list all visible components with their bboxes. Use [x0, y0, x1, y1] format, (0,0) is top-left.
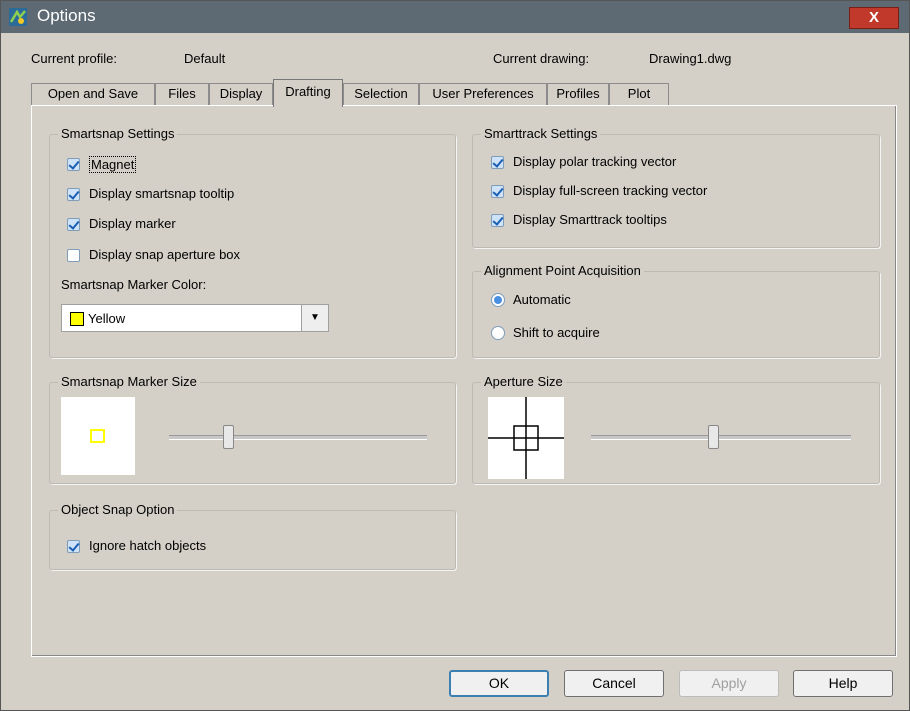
current-profile-label: Current profile:	[31, 51, 117, 66]
marker-color-dropdown[interactable]: Yellow ▼	[61, 304, 329, 332]
polar-tracking-checkbox[interactable]	[491, 156, 504, 169]
marker-size-slider-thumb[interactable]	[223, 425, 235, 449]
apply-button[interactable]: Apply	[679, 670, 779, 697]
tab-open-and-save[interactable]: Open and Save	[31, 83, 155, 105]
snap-aperture-box-label[interactable]: Display snap aperture box	[89, 247, 240, 262]
fullscreen-tracking-label[interactable]: Display full-screen tracking vector	[513, 183, 707, 198]
shift-to-acquire-radio[interactable]	[491, 326, 505, 340]
smarttrack-tooltips-label[interactable]: Display Smarttrack tooltips	[513, 212, 667, 227]
alignment-point-group: Alignment Point Acquisition	[472, 263, 880, 358]
marker-preview-square	[90, 429, 105, 443]
aperture-size-title: Aperture Size	[481, 374, 566, 389]
marker-size-preview	[61, 397, 135, 475]
help-button[interactable]: Help	[793, 670, 893, 697]
options-dialog: Options X Current profile: Default Curre…	[0, 0, 910, 711]
fullscreen-tracking-checkbox[interactable]	[491, 185, 504, 198]
display-marker-checkbox[interactable]	[67, 218, 80, 231]
polar-tracking-label[interactable]: Display polar tracking vector	[513, 154, 676, 169]
marker-color-label: Smartsnap Marker Color:	[61, 277, 207, 292]
tab-plot[interactable]: Plot	[609, 83, 669, 105]
tab-user-preferences[interactable]: User Preferences	[419, 83, 547, 105]
smartsnap-settings-title: Smartsnap Settings	[58, 126, 178, 141]
cancel-button[interactable]: Cancel	[564, 670, 664, 697]
ignore-hatch-checkbox[interactable]	[67, 540, 80, 553]
alignment-point-title: Alignment Point Acquisition	[481, 263, 644, 278]
aperture-size-slider-track[interactable]	[591, 435, 851, 440]
tab-profiles[interactable]: Profiles	[547, 83, 609, 105]
marker-size-title: Smartsnap Marker Size	[58, 374, 200, 389]
chevron-down-icon[interactable]: ▼	[301, 305, 328, 331]
tab-display[interactable]: Display	[209, 83, 273, 105]
close-button[interactable]: X	[849, 7, 899, 29]
ok-button[interactable]: OK	[449, 670, 549, 697]
marker-size-slider-track[interactable]	[169, 435, 427, 440]
smartsnap-tooltip-checkbox[interactable]	[67, 188, 80, 201]
display-marker-label[interactable]: Display marker	[89, 216, 176, 231]
magnet-label[interactable]: Magnet	[89, 156, 137, 173]
tab-files[interactable]: Files	[155, 83, 209, 105]
current-drawing-value: Drawing1.dwg	[649, 51, 732, 66]
tab-selection[interactable]: Selection	[343, 83, 419, 105]
app-icon	[9, 8, 27, 26]
smartsnap-tooltip-label[interactable]: Display smartsnap tooltip	[89, 186, 234, 201]
shift-to-acquire-label[interactable]: Shift to acquire	[513, 325, 600, 340]
object-snap-title: Object Snap Option	[58, 502, 178, 517]
ignore-hatch-label[interactable]: Ignore hatch objects	[89, 538, 206, 553]
marker-color-value: Yellow	[88, 311, 126, 326]
snap-aperture-box-checkbox[interactable]	[67, 249, 80, 262]
aperture-size-slider-thumb[interactable]	[708, 425, 720, 449]
smarttrack-settings-title: Smarttrack Settings	[481, 126, 601, 141]
magnet-checkbox[interactable]	[67, 158, 80, 171]
crosshair-icon	[488, 397, 564, 479]
tab-drafting[interactable]: Drafting	[273, 79, 343, 107]
yellow-swatch	[70, 312, 84, 326]
window-title: Options	[37, 6, 96, 25]
smarttrack-tooltips-checkbox[interactable]	[491, 214, 504, 227]
current-drawing-label: Current drawing:	[493, 51, 590, 66]
title-bar[interactable]: Options X	[1, 1, 909, 33]
automatic-label[interactable]: Automatic	[513, 292, 571, 307]
aperture-size-preview	[488, 397, 564, 479]
current-profile-value: Default	[184, 51, 226, 66]
automatic-radio[interactable]	[491, 293, 505, 307]
